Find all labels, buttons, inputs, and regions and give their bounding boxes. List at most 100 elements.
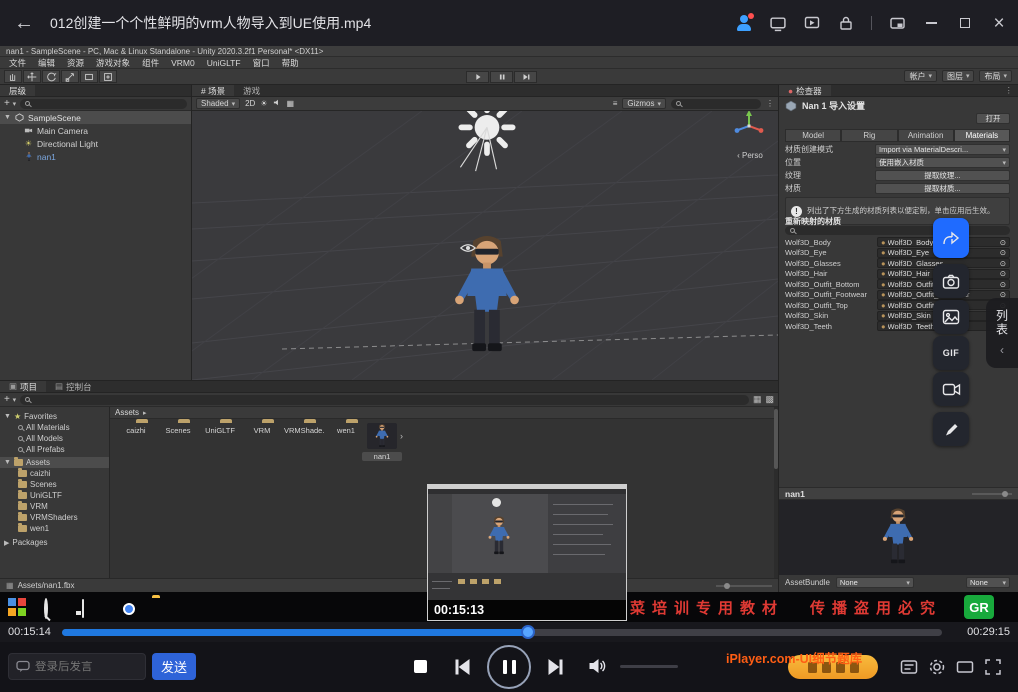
hierarchy-search-input[interactable] <box>20 99 187 109</box>
open-button[interactable]: 打开 <box>976 113 1010 124</box>
tab-inspector[interactable]: ●检查器 <box>779 85 831 96</box>
thumbnail-size-slider[interactable] <box>716 585 772 587</box>
menu-unigltf[interactable]: UniGLTF <box>202 58 246 68</box>
tab-game[interactable]: 游戏 <box>234 85 269 96</box>
overflow-menu-icon[interactable]: ⋮ <box>766 99 774 108</box>
tree-assets[interactable]: ▼Assets <box>0 457 109 468</box>
hierarchy-item-main-camera[interactable]: Main Camera <box>0 124 191 137</box>
scene-search-input[interactable] <box>671 99 761 109</box>
shading-dropdown[interactable]: Shaded▾ <box>196 98 240 109</box>
toggle-2d[interactable]: 2D <box>245 99 255 108</box>
move-tool-icon[interactable] <box>23 70 41 83</box>
extract-materials-button[interactable]: 提取材质... <box>875 183 1010 194</box>
progress-track[interactable] <box>62 629 942 636</box>
back-icon[interactable]: ← <box>14 12 34 35</box>
danmaku-input[interactable] <box>35 661 138 673</box>
object-picker-icon[interactable]: ⊙ <box>1000 238 1006 247</box>
tab-scene[interactable]: # 场景 <box>192 85 234 96</box>
menu-window[interactable]: 窗口 <box>248 57 275 69</box>
lighting-toggle-icon[interactable]: ☀ <box>260 99 267 108</box>
preview-zoom-slider[interactable] <box>972 493 1012 495</box>
layers-dropdown[interactable]: 图层▾ <box>942 70 975 82</box>
transform-tool-icon[interactable] <box>99 70 117 83</box>
account-dropdown[interactable]: 帐户▾ <box>904 70 937 82</box>
object-picker-icon[interactable]: ⊙ <box>1000 259 1006 268</box>
tree-folder[interactable]: caizhi <box>0 468 109 479</box>
directional-light-gizmo[interactable] <box>449 111 525 173</box>
assetbundle-select[interactable]: None▾ <box>836 577 914 588</box>
settings-gear-icon[interactable] <box>928 658 946 676</box>
tab-project[interactable]: ▣项目 <box>0 381 46 392</box>
gif-capture-button[interactable]: GIF <box>933 336 969 370</box>
volume-slider[interactable] <box>620 665 678 668</box>
model-preview-area[interactable] <box>779 500 1018 575</box>
scale-tool-icon[interactable] <box>61 70 79 83</box>
tv-cast-icon[interactable] <box>769 14 787 32</box>
character-model[interactable] <box>447 235 527 357</box>
tree-all-materials[interactable]: All Materials <box>0 422 109 433</box>
orientation-gizmo[interactable] <box>732 111 766 141</box>
menu-vrm0[interactable]: VRM0 <box>166 58 200 68</box>
audio-toggle-icon[interactable] <box>273 98 282 109</box>
assetbundle-variant-select[interactable]: None▾ <box>966 577 1010 588</box>
tab-model[interactable]: Model <box>785 129 841 142</box>
expand-asset-icon[interactable]: › <box>400 431 403 441</box>
remap-search-input[interactable] <box>785 226 1010 235</box>
project-search-input[interactable] <box>20 395 749 405</box>
maximize-button[interactable] <box>956 14 974 32</box>
perspective-label[interactable]: ‹ Perso <box>728 151 772 160</box>
object-picker-icon[interactable]: ⊙ <box>1000 248 1006 257</box>
tree-favorites[interactable]: ▼★Favorites <box>0 411 109 422</box>
fullscreen-icon[interactable] <box>984 658 1002 676</box>
screen-cast-icon[interactable] <box>803 14 821 32</box>
menu-gameobject[interactable]: 游戏对象 <box>91 57 135 69</box>
gizmos-dropdown[interactable]: Gizmos▾ <box>622 98 666 109</box>
tab-materials[interactable]: Materials <box>954 129 1010 142</box>
tab-animation[interactable]: Animation <box>898 129 954 142</box>
project-breadcrumb[interactable]: Assets▸ <box>110 407 774 419</box>
asset-labels-icon[interactable]: ▩ <box>765 394 774 405</box>
hand-tool-icon[interactable] <box>4 70 22 83</box>
tab-hierarchy[interactable]: 层级 <box>0 85 35 96</box>
tab-rig[interactable]: Rig <box>841 129 897 142</box>
scene-canvas[interactable]: ‹ Perso <box>192 111 778 380</box>
preview-header[interactable]: nan1 <box>779 487 1018 500</box>
extract-textures-button[interactable]: 提取纹理... <box>875 170 1010 181</box>
play-button[interactable] <box>466 71 489 83</box>
material-creation-select[interactable]: Import via MaterialDescri...▾ <box>875 144 1010 155</box>
stop-button[interactable] <box>414 660 427 673</box>
grid-menu-icon[interactable]: ≡ <box>613 99 618 108</box>
layout-dropdown[interactable]: 布局▾ <box>979 70 1012 82</box>
tree-folder[interactable]: VRMShaders <box>0 512 109 523</box>
object-picker-icon[interactable]: ⊙ <box>1000 269 1006 278</box>
account-icon[interactable] <box>735 14 753 32</box>
pause-button-unity[interactable] <box>490 71 513 83</box>
asset-folder[interactable]: wen1 <box>326 423 366 435</box>
rect-tool-icon[interactable] <box>80 70 98 83</box>
danmaku-input-box[interactable] <box>8 653 146 680</box>
menu-edit[interactable]: 编辑 <box>33 57 60 69</box>
location-select[interactable]: 使用嵌入材质▾ <box>875 157 1010 168</box>
asset-model-nan1[interactable]: nan1 <box>362 423 402 461</box>
tree-packages[interactable]: ▶Packages <box>0 537 109 548</box>
tree-all-prefabs[interactable]: All Prefabs <box>0 444 109 455</box>
scene-root-row[interactable]: ▼ SampleScene <box>0 111 191 124</box>
hierarchy-item-directional-light[interactable]: ☀ Directional Light <box>0 137 191 150</box>
asset-folder[interactable]: VRMShade.. <box>284 423 324 435</box>
tree-folder[interactable]: wen1 <box>0 523 109 534</box>
asset-folder[interactable]: VRM <box>242 423 282 435</box>
object-picker-icon[interactable]: ⊙ <box>1000 280 1006 289</box>
panel-menu-icon[interactable]: ⋮ <box>1005 85 1018 96</box>
hidden-assets-icon[interactable]: ▦ <box>753 394 762 405</box>
tab-console[interactable]: ▤控制台 <box>46 381 101 392</box>
lock-icon[interactable] <box>837 14 855 32</box>
danmaku-list-icon[interactable] <box>900 658 918 676</box>
tree-folder[interactable]: Scenes <box>0 479 109 490</box>
asset-folder[interactable]: caizhi <box>116 423 156 435</box>
menu-file[interactable]: 文件 <box>4 57 31 69</box>
foldout-icon[interactable]: ▼ <box>4 114 11 121</box>
menu-help[interactable]: 帮助 <box>277 57 304 69</box>
menu-component[interactable]: 组件 <box>137 57 164 69</box>
asset-folder[interactable]: Scenes <box>158 423 198 435</box>
image-capture-button[interactable] <box>933 300 969 334</box>
